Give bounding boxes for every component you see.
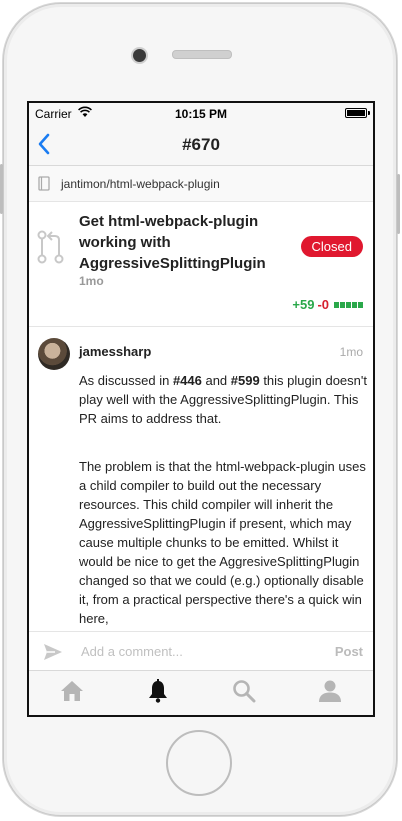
tab-profile[interactable] [287,671,373,715]
send-icon[interactable] [43,643,63,666]
clock: 10:15 PM [174,107,228,121]
tab-search[interactable] [201,671,287,715]
issue-link[interactable]: #599 [231,373,260,388]
pr-title: Get html-webpack-plugin working with Agg… [79,213,266,272]
pr-header: Get html-webpack-plugin working with Agg… [29,202,373,327]
pull-request-icon [37,230,65,269]
diff-bar [333,296,363,311]
repo-book-icon [38,176,50,196]
repo-row[interactable]: jantimon/html-webpack-plugin [29,166,373,202]
comment-composer: Post [29,631,373,673]
battery-icon [345,108,370,118]
person-icon [318,679,342,708]
comment-text: and [201,373,231,388]
status-bar: Carrier 10:15 PM [29,103,373,125]
status-badge: Closed [300,236,363,257]
comment-body: As discussed in #446 and #599 this plugi… [79,371,369,654]
comment-paragraph: The problem is that the html-webpack-plu… [79,459,366,626]
tab-bar [29,670,373,715]
repo-name: jantimon/html-webpack-plugin [61,177,220,191]
volume-button [0,164,3,214]
nav-bar: #670 [29,125,373,166]
tab-home[interactable] [29,671,115,715]
comment-time: 1mo [339,345,363,359]
pr-age: 1mo [79,274,104,288]
comment-text: As discussed in [79,373,173,388]
power-button [397,174,400,234]
camera [131,47,148,64]
home-icon [60,680,84,707]
bell-icon [147,678,169,708]
post-button[interactable]: Post [335,644,363,659]
diff-stats: +59 -0 [292,296,363,312]
speaker [172,50,232,59]
comment-paragraph: As discussed in #446 and #599 this plugi… [79,371,369,428]
screen: Carrier 10:15 PM #670 jantimon/html-webp… [27,101,375,717]
comment-author[interactable]: jamessharp [79,344,151,359]
home-button[interactable] [166,730,232,796]
issue-link[interactable]: #446 [173,373,202,388]
deletions-count: -0 [317,297,329,312]
comment-input[interactable] [79,643,323,660]
avatar[interactable] [38,338,70,370]
additions-count: +59 [292,297,315,312]
comment: jamessharp 1mo As discussed in #446 and … [29,327,373,654]
search-icon [232,679,256,708]
page-title: #670 [182,135,220,154]
tab-notifications[interactable] [115,671,201,715]
